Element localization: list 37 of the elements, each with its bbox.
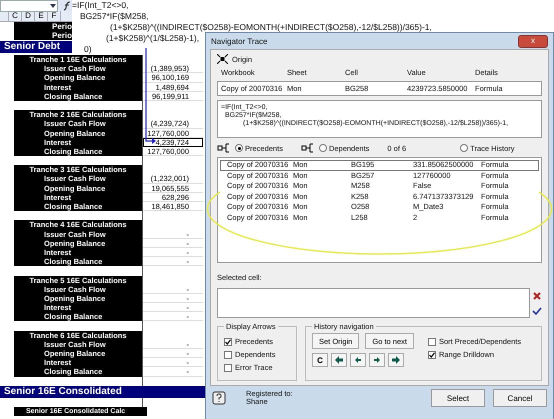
nav-button[interactable] xyxy=(388,353,404,367)
column-header[interactable]: C xyxy=(9,11,22,21)
column-header[interactable]: F xyxy=(48,11,61,21)
dialog-button[interactable]: Cancel xyxy=(493,389,547,407)
dependents-icon xyxy=(300,143,315,153)
nav-button[interactable] xyxy=(369,353,385,367)
close-icon[interactable] xyxy=(532,290,542,300)
section-title: Senior 16E Consolidated xyxy=(0,386,205,398)
window-title: Navigator Trace xyxy=(211,36,268,46)
formula-line: 0) xyxy=(83,44,92,55)
dialog-button[interactable]: Select xyxy=(431,389,485,407)
back-arrow-icon xyxy=(353,355,363,365)
first-arrow-icon xyxy=(334,355,344,365)
table-cell: Perio xyxy=(14,22,72,31)
check-mark-icon xyxy=(225,338,231,344)
last-arrow-icon xyxy=(391,355,401,365)
clear-button[interactable]: C xyxy=(312,353,328,367)
check-icon[interactable] xyxy=(532,306,542,316)
close-button[interactable]: x xyxy=(518,34,548,48)
check-mark-icon xyxy=(428,352,435,358)
forward-arrow-icon xyxy=(372,355,382,365)
column-header[interactable]: E xyxy=(35,11,48,21)
input-field[interactable] xyxy=(217,288,530,318)
function-icon[interactable] xyxy=(62,0,72,10)
table-cell: Perio xyxy=(14,31,72,40)
origin-icon xyxy=(217,54,228,64)
formula-line: (1+$K258)^(1/$L258)-1), xyxy=(105,33,200,44)
formula-line: =IF(Int_T2<>0, xyxy=(72,0,128,11)
section-title: Senior Debt xyxy=(0,41,72,53)
help-icon[interactable] xyxy=(212,391,226,405)
formula-line: (1+$K258)^((INDIRECT($O258)-EOMONTH(+INDIRECT($O258),-12/$L258))/365)-1, xyxy=(109,22,432,33)
nav-button[interactable] xyxy=(331,353,347,367)
column-header[interactable]: D xyxy=(22,11,35,21)
nav-button[interactable] xyxy=(350,353,366,367)
dropdown-icon[interactable] xyxy=(50,4,56,8)
precedents-icon xyxy=(217,143,231,153)
formula-line: BG257*IF($M258, xyxy=(79,11,149,22)
